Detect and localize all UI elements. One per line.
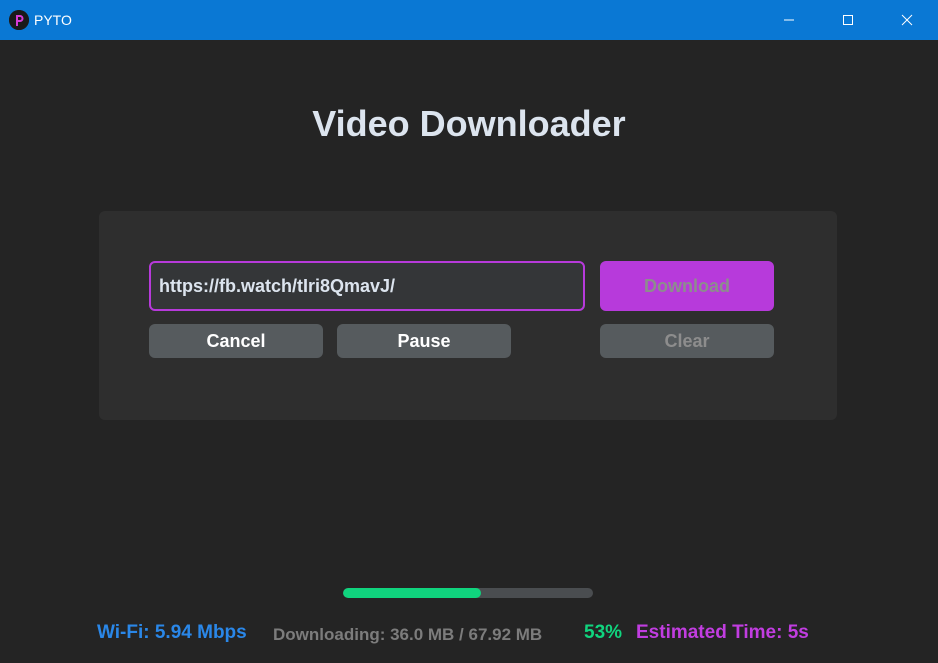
minimize-button[interactable]: [766, 0, 812, 40]
url-input[interactable]: [149, 261, 585, 311]
download-panel: [99, 211, 837, 420]
maximize-icon: [843, 15, 853, 25]
progress-bar-fill: [343, 588, 481, 598]
clear-button[interactable]: Clear: [600, 324, 774, 358]
page-title: Video Downloader: [312, 103, 626, 144]
download-size: Downloading: 36.0 MB / 67.92 MB: [273, 625, 543, 644]
progress-bar: [343, 588, 593, 598]
title-bar: PYTO: [0, 0, 938, 40]
estimated-time: Estimated Time: 5s: [636, 622, 809, 643]
download-percent: 53%: [584, 622, 623, 643]
pause-button[interactable]: Pause: [337, 324, 511, 358]
close-button[interactable]: [884, 0, 930, 40]
status-bar: Wi-Fi: 5.94 Mbps Downloading: 36.0 MB / …: [0, 622, 938, 648]
close-icon: [901, 14, 913, 26]
wifi-speed: Wi-Fi: 5.94 Mbps: [97, 622, 247, 643]
app-logo-icon: [9, 10, 29, 30]
maximize-button[interactable]: [825, 0, 871, 40]
minimize-icon: [784, 19, 794, 21]
window-title: PYTO: [34, 12, 72, 28]
download-button[interactable]: Download: [600, 261, 774, 311]
cancel-button[interactable]: Cancel: [149, 324, 323, 358]
